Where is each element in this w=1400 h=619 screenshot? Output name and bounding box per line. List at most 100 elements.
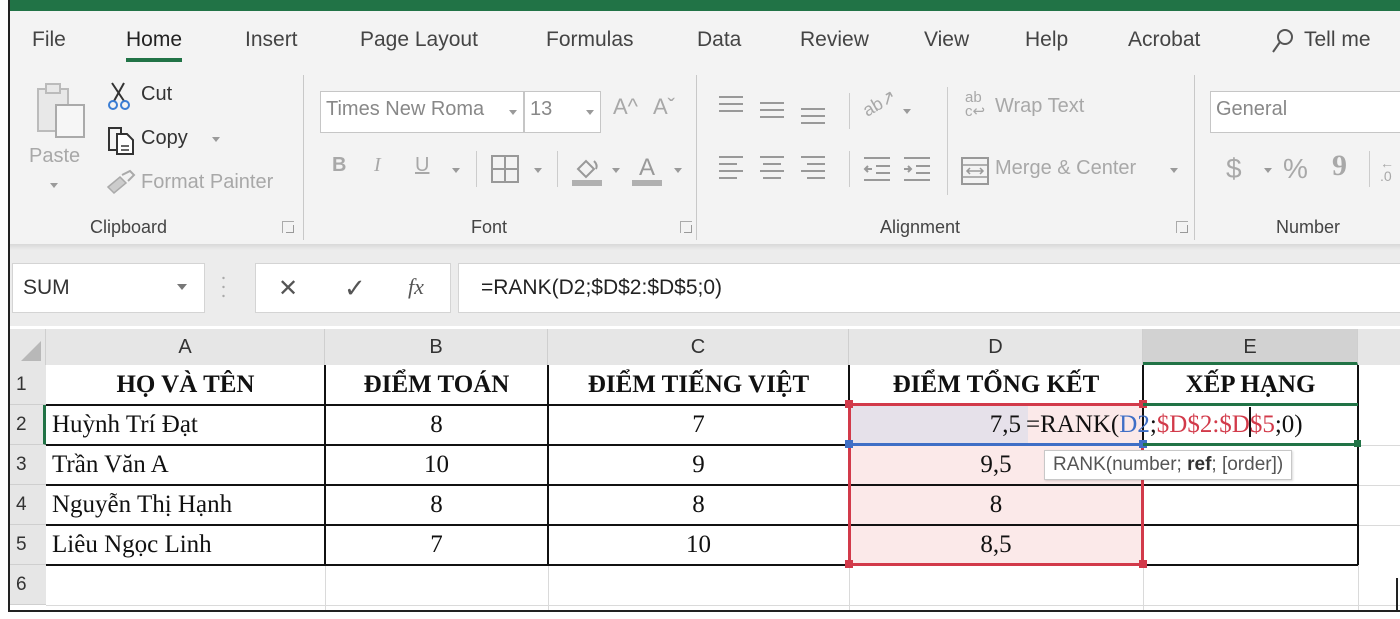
tell-me-search[interactable]: Tell me [1304,28,1371,52]
clipboard-launcher-icon[interactable] [282,221,294,233]
paste-dropdown-caret[interactable] [50,183,58,188]
merge-center-button[interactable]: Merge & Center [995,157,1136,180]
paste-button[interactable]: Paste [29,145,80,168]
number-format-select[interactable]: General [1210,91,1400,133]
column-header-b[interactable]: B [325,329,548,365]
formula-input[interactable]: =RANK(D2;$D$2:$D$5;0) [458,263,1400,313]
fill-handle[interactable] [1354,440,1361,447]
row-header-5[interactable]: 5 [10,525,46,565]
resize-handle[interactable] [222,275,225,299]
column-header-e[interactable]: E [1143,329,1358,365]
tab-view[interactable]: View [924,28,969,52]
cell-a4[interactable]: Nguyễn Thị Hạnh [46,485,325,525]
underline-button[interactable]: U [415,154,429,177]
fill-color-caret[interactable] [612,168,620,173]
italic-button[interactable]: I [374,154,381,177]
font-color-icon[interactable]: A [632,153,662,187]
ref-range-handle[interactable] [1139,560,1147,568]
cell-b2[interactable]: 8 [325,405,548,445]
merge-center-caret[interactable] [1170,168,1178,173]
row-header-3[interactable]: 3 [10,445,46,485]
cell-c2[interactable]: 7 [548,405,849,445]
cancel-icon[interactable]: ✕ [278,274,298,303]
cell-a1[interactable]: HỌ VÀ TÊN [46,365,325,405]
gridline [1358,445,1400,446]
tab-page-layout[interactable]: Page Layout [360,28,478,52]
column-header-d[interactable]: D [849,329,1143,365]
tab-acrobat[interactable]: Acrobat [1128,28,1200,52]
row-header-6[interactable]: 6 [10,565,46,605]
ref-range-handle[interactable] [845,560,853,568]
column-header-f[interactable] [1358,329,1400,365]
cell-b3[interactable]: 10 [325,445,548,485]
paste-icon[interactable] [34,81,90,141]
cut-button[interactable]: Cut [141,83,172,106]
cell-a3[interactable]: Trần Văn A [46,445,325,485]
scrollbar-edge[interactable] [1396,578,1398,612]
font-name-select[interactable]: Times New Roma [320,91,524,133]
bold-button[interactable]: B [332,154,346,177]
tab-file[interactable]: File [32,28,66,52]
cell-b1[interactable]: ĐIỂM TOÁN [325,365,548,405]
search-icon[interactable] [1270,27,1296,55]
currency-button[interactable]: $ [1226,153,1242,185]
column-header-a[interactable]: A [46,329,325,365]
cell-c1[interactable]: ĐIỂM TIẾNG VIỆT [548,365,849,405]
tab-home[interactable]: Home [126,28,183,62]
indent-icons[interactable] [862,155,934,183]
percent-button[interactable]: % [1283,153,1308,185]
tab-formulas[interactable]: Formulas [546,28,634,52]
function-tooltip[interactable]: RANK(number; ref; [order]) [1044,450,1293,480]
insert-function-icon[interactable]: fx [408,274,424,300]
currency-caret[interactable] [1264,168,1272,173]
row-header-2[interactable]: 2 [10,405,46,445]
font-launcher-icon[interactable] [680,221,692,233]
cell-d1[interactable]: ĐIỂM TỔNG KẾT [849,365,1143,405]
clipboard-group-label: Clipboard [90,217,168,237]
font-color-caret[interactable] [674,168,682,173]
comma-style-button[interactable]: 9 [1332,149,1347,183]
tab-data[interactable]: Data [697,28,741,52]
row-header-4[interactable]: 4 [10,485,46,525]
tab-help[interactable]: Help [1025,28,1068,52]
format-painter-button[interactable]: Format Painter [141,171,273,194]
wrap-text-button[interactable]: Wrap Text [995,95,1084,118]
cell-b5[interactable]: 7 [325,525,548,565]
cell-c5[interactable]: 10 [548,525,849,565]
ref-range-handle[interactable] [845,400,853,408]
cell-c4[interactable]: 8 [548,485,849,525]
alignment-launcher-icon[interactable] [1176,221,1188,233]
ribbon-tabs: File Home Insert Page Layout Formulas Da… [10,11,1400,69]
decrease-decimal-icon[interactable]: ← .0 [1380,156,1394,183]
increase-font-size-button[interactable]: A^ [613,94,638,120]
row-header-1[interactable]: 1 [10,365,46,405]
copy-dropdown-caret[interactable] [212,137,220,142]
select-all-button[interactable] [10,329,46,365]
cell-b4[interactable]: 8 [325,485,548,525]
d2-ref-handle[interactable] [845,440,853,448]
decrease-font-size-button[interactable]: Aˇ [653,94,675,120]
orientation-caret[interactable] [903,109,911,114]
cell-e1[interactable]: XẾP HẠNG [1143,365,1358,405]
vertical-align-icons[interactable] [717,93,829,127]
fill-color-icon[interactable] [572,153,602,187]
borders-icon[interactable] [491,155,519,183]
column-header-c[interactable]: C [548,329,849,365]
underline-caret[interactable] [452,168,460,173]
cell-d4[interactable]: 8 [849,485,1143,525]
cell-a5[interactable]: Liêu Ngọc Linh [46,525,325,565]
cell-c3[interactable]: 9 [548,445,849,485]
cell-a2[interactable]: Huỳnh Trí Đạt [46,405,325,445]
orientation-button[interactable]: ab↗ [859,86,900,122]
cell-d5[interactable]: 8,5 [849,525,1143,565]
horizontal-align-icons[interactable] [717,153,829,183]
gridline [1358,525,1400,526]
name-box-caret[interactable] [177,284,187,290]
cell-d2[interactable]: 7,5 [849,405,1021,445]
in-cell-editor[interactable]: =RANK(D2;$D$2:$D$5;0) [1026,405,1303,445]
copy-button[interactable]: Copy [141,127,188,150]
tab-insert[interactable]: Insert [245,28,298,52]
tab-review[interactable]: Review [800,28,869,52]
enter-icon[interactable]: ✓ [344,273,366,304]
borders-caret[interactable] [534,168,542,173]
